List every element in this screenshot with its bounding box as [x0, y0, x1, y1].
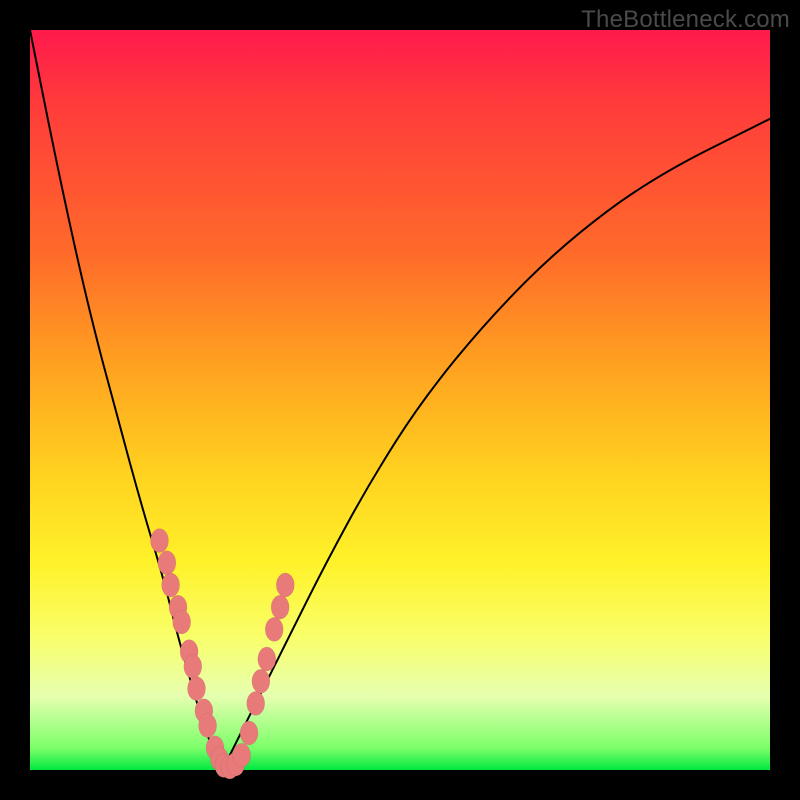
sample-marker	[265, 617, 283, 641]
sample-marker	[233, 743, 251, 767]
sample-marker	[276, 573, 294, 597]
chart-frame: TheBottleneck.com	[0, 0, 800, 800]
sample-marker	[173, 610, 191, 634]
sample-marker	[184, 654, 202, 678]
sample-markers	[151, 529, 295, 779]
sample-marker	[252, 669, 270, 693]
sample-marker	[258, 647, 276, 671]
sample-marker	[158, 551, 176, 575]
plot-area	[30, 30, 770, 770]
sample-marker	[247, 691, 265, 715]
sample-marker	[240, 721, 258, 745]
sample-marker	[162, 573, 180, 597]
bottleneck-curve	[30, 30, 770, 770]
sample-marker	[199, 714, 217, 738]
sample-marker	[151, 529, 169, 553]
curve-right-branch	[222, 119, 770, 770]
sample-marker	[271, 595, 289, 619]
sample-marker	[188, 677, 206, 701]
curve-svg	[30, 30, 770, 770]
